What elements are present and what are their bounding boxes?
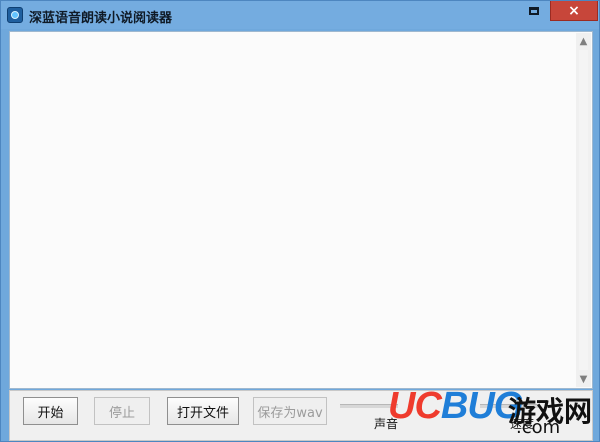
start-button[interactable]: 开始: [23, 397, 78, 425]
vertical-scrollbar[interactable]: ▲ ▼: [576, 33, 591, 387]
close-button[interactable]: ×: [550, 1, 598, 21]
close-icon: ×: [568, 2, 580, 19]
scroll-track[interactable]: [579, 50, 588, 370]
scroll-down-button[interactable]: ▼: [576, 371, 591, 387]
app-window: 深蓝语音朗读小说阅读器 × ▲ ▼ 开始 停止 打开文件 保存为wav 声音 速…: [0, 0, 600, 442]
chevron-up-icon: ▲: [579, 35, 588, 47]
speed-label: 速度: [510, 417, 535, 431]
speed-slider-track: [480, 404, 538, 408]
scroll-up-button[interactable]: ▲: [576, 33, 591, 49]
chevron-down-icon: ▼: [579, 373, 588, 385]
stop-button[interactable]: 停止: [94, 397, 150, 425]
title-bar[interactable]: 深蓝语音朗读小说阅读器 ×: [1, 1, 599, 29]
app-icon: [7, 7, 23, 23]
control-panel: 开始 停止 打开文件 保存为wav 声音 速度: [9, 390, 593, 441]
open-file-button[interactable]: 打开文件: [167, 397, 239, 425]
speed-slider[interactable]: [480, 399, 538, 413]
window-title: 深蓝语音朗读小说阅读器: [29, 11, 173, 26]
reading-text-area[interactable]: ▲ ▼: [9, 31, 593, 389]
volume-slider[interactable]: [340, 399, 398, 413]
save-wav-button[interactable]: 保存为wav: [253, 397, 327, 425]
maximize-button[interactable]: [519, 1, 549, 21]
maximize-icon: [529, 7, 539, 15]
volume-label: 声音: [374, 417, 399, 431]
volume-slider-track: [340, 404, 398, 408]
